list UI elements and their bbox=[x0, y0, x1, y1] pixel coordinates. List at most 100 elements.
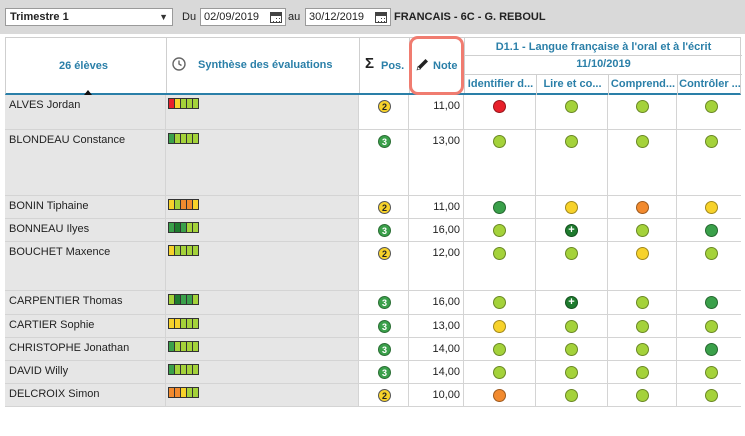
synthesis-cell[interactable] bbox=[166, 291, 359, 314]
student-name[interactable]: BONNEAU Ilyes bbox=[5, 219, 166, 241]
note-cell[interactable]: 16,00 bbox=[409, 291, 464, 314]
skill-cell[interactable] bbox=[677, 291, 745, 314]
calendar-icon[interactable] bbox=[375, 12, 387, 23]
student-name[interactable]: CHRISTOPHE Jonathan bbox=[5, 338, 166, 360]
note-cell[interactable]: 13,00 bbox=[409, 315, 464, 337]
skill-cell[interactable] bbox=[536, 242, 608, 290]
skill-cell[interactable] bbox=[677, 384, 745, 406]
student-name[interactable]: BONIN Tiphaine bbox=[5, 196, 166, 218]
student-name[interactable]: BOUCHET Maxence bbox=[5, 242, 166, 290]
position-cell[interactable]: 3 bbox=[359, 291, 409, 314]
skill-cell[interactable] bbox=[464, 130, 536, 195]
student-name[interactable]: ALVES Jordan bbox=[5, 95, 166, 129]
table-row[interactable]: BONIN Tiphaine 2 11,00 bbox=[5, 196, 741, 219]
students-column-header[interactable]: 26 élèves bbox=[6, 38, 167, 95]
skill-cell[interactable] bbox=[608, 315, 677, 337]
skill-cell[interactable] bbox=[536, 361, 608, 383]
skill-cell[interactable] bbox=[608, 291, 677, 314]
skill-cell[interactable]: + bbox=[536, 219, 608, 241]
position-cell[interactable]: 2 bbox=[359, 242, 409, 290]
skill-cell[interactable] bbox=[608, 338, 677, 360]
skill-cell[interactable] bbox=[536, 315, 608, 337]
synthesis-cell[interactable] bbox=[166, 315, 359, 337]
to-date-field[interactable]: 30/12/2019 bbox=[305, 8, 391, 26]
note-cell[interactable]: 10,00 bbox=[409, 384, 464, 406]
position-cell[interactable]: 3 bbox=[359, 361, 409, 383]
skill-cell[interactable] bbox=[677, 315, 745, 337]
note-cell[interactable]: 13,00 bbox=[409, 130, 464, 195]
chevron-down-icon[interactable]: ▼ bbox=[159, 9, 168, 25]
skill-header-1[interactable]: Identifier d... bbox=[465, 75, 537, 95]
skill-cell[interactable] bbox=[464, 338, 536, 360]
synthesis-cell[interactable] bbox=[166, 338, 359, 360]
skill-cell[interactable] bbox=[464, 219, 536, 241]
note-cell[interactable]: 14,00 bbox=[409, 361, 464, 383]
skill-cell[interactable] bbox=[608, 196, 677, 218]
synthesis-cell[interactable] bbox=[166, 384, 359, 406]
skill-cell[interactable] bbox=[464, 242, 536, 290]
skill-cell[interactable] bbox=[536, 338, 608, 360]
position-cell[interactable]: 3 bbox=[359, 338, 409, 360]
synthesis-column-header[interactable]: Synthèse des évaluations bbox=[167, 38, 360, 93]
skill-cell[interactable] bbox=[677, 196, 745, 218]
skill-cell[interactable]: + bbox=[536, 291, 608, 314]
student-name[interactable]: CARPENTIER Thomas bbox=[5, 291, 166, 314]
synthesis-cell[interactable] bbox=[166, 219, 359, 241]
skill-cell[interactable] bbox=[677, 338, 745, 360]
table-row[interactable]: CARPENTIER Thomas 3 16,00 + bbox=[5, 291, 741, 315]
student-name[interactable]: DAVID Willy bbox=[5, 361, 166, 383]
skill-cell[interactable] bbox=[677, 130, 745, 195]
note-cell[interactable]: 11,00 bbox=[409, 196, 464, 218]
skill-cell[interactable] bbox=[464, 384, 536, 406]
skill-cell[interactable] bbox=[608, 130, 677, 195]
skill-cell[interactable] bbox=[464, 291, 536, 314]
skill-cell[interactable] bbox=[464, 95, 536, 129]
note-cell[interactable]: 14,00 bbox=[409, 338, 464, 360]
position-cell[interactable]: 3 bbox=[359, 315, 409, 337]
skill-cell[interactable] bbox=[464, 361, 536, 383]
skill-cell[interactable] bbox=[608, 242, 677, 290]
skill-header-2[interactable]: Lire et co... bbox=[537, 75, 609, 95]
note-cell[interactable]: 12,00 bbox=[409, 242, 464, 290]
position-cell[interactable]: 2 bbox=[359, 196, 409, 218]
synthesis-cell[interactable] bbox=[166, 95, 359, 129]
skill-cell[interactable] bbox=[608, 384, 677, 406]
skill-cell[interactable] bbox=[536, 130, 608, 195]
synthesis-cell[interactable] bbox=[166, 130, 359, 195]
skill-header-3[interactable]: Comprend... bbox=[609, 75, 678, 95]
position-cell[interactable]: 2 bbox=[359, 384, 409, 406]
table-row[interactable]: BONNEAU Ilyes 3 16,00 + bbox=[5, 219, 741, 242]
from-date-field[interactable]: 02/09/2019 bbox=[200, 8, 286, 26]
skill-cell[interactable] bbox=[536, 384, 608, 406]
table-row[interactable]: BOUCHET Maxence 2 12,00 bbox=[5, 242, 741, 291]
student-name[interactable]: DELCROIX Simon bbox=[5, 384, 166, 406]
skill-cell[interactable] bbox=[677, 242, 745, 290]
skill-cell[interactable] bbox=[608, 219, 677, 241]
table-row[interactable]: DELCROIX Simon 2 10,00 bbox=[5, 384, 741, 407]
skill-cell[interactable] bbox=[536, 95, 608, 129]
student-name[interactable]: CARTIER Sophie bbox=[5, 315, 166, 337]
synthesis-cell[interactable] bbox=[166, 242, 359, 290]
student-name[interactable]: BLONDEAU Constance bbox=[5, 130, 166, 195]
table-row[interactable]: ALVES Jordan 2 11,00 bbox=[5, 95, 741, 130]
skill-cell[interactable] bbox=[677, 95, 745, 129]
synthesis-cell[interactable] bbox=[166, 196, 359, 218]
note-cell[interactable]: 11,00 bbox=[409, 95, 464, 129]
table-row[interactable]: CHRISTOPHE Jonathan 3 14,00 bbox=[5, 338, 741, 361]
synthesis-cell[interactable] bbox=[166, 361, 359, 383]
period-select[interactable]: Trimestre 1 ▼ bbox=[5, 8, 173, 26]
skill-cell[interactable] bbox=[677, 219, 745, 241]
note-cell[interactable]: 16,00 bbox=[409, 219, 464, 241]
position-cell[interactable]: 3 bbox=[359, 219, 409, 241]
skill-cell[interactable] bbox=[464, 315, 536, 337]
position-column-header[interactable]: Σ Pos. bbox=[360, 38, 410, 93]
skill-cell[interactable] bbox=[677, 361, 745, 383]
table-row[interactable]: CARTIER Sophie 3 13,00 bbox=[5, 315, 741, 338]
skill-header-4[interactable]: Contrôler ... bbox=[678, 75, 742, 95]
skill-cell[interactable] bbox=[536, 196, 608, 218]
position-cell[interactable]: 2 bbox=[359, 95, 409, 129]
table-row[interactable]: DAVID Willy 3 14,00 bbox=[5, 361, 741, 384]
calendar-icon[interactable] bbox=[270, 12, 282, 23]
skill-cell[interactable] bbox=[608, 361, 677, 383]
table-row[interactable]: BLONDEAU Constance 3 13,00 bbox=[5, 130, 741, 196]
